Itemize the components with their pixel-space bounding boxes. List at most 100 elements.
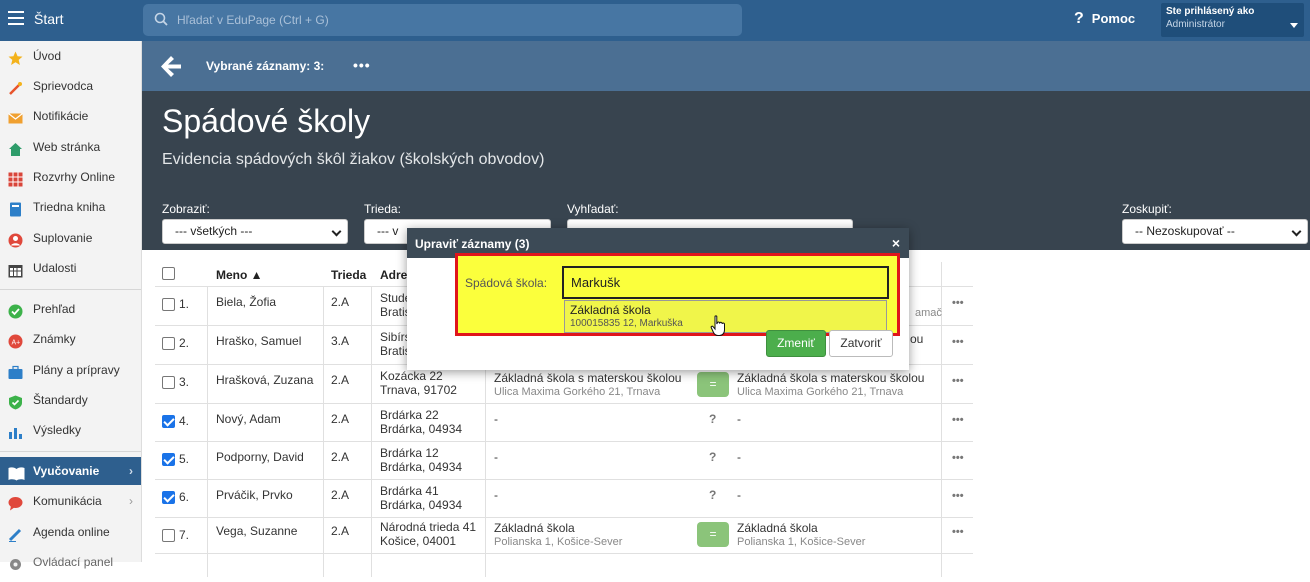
col-class-header[interactable]: Trieda bbox=[331, 268, 366, 282]
match-unknown-icon: ? bbox=[709, 450, 717, 464]
selection-action-bar: Vybrané záznamy: 3: ••• bbox=[142, 41, 1310, 91]
start-link[interactable]: Štart bbox=[34, 11, 64, 27]
row-checkbox[interactable] bbox=[162, 453, 175, 466]
question-icon: ? bbox=[1074, 10, 1084, 27]
catchment-school-name: Základná škola s materskou školou bbox=[494, 371, 682, 385]
sidebar-item-web[interactable]: Web stránka bbox=[0, 133, 141, 161]
student-class: 2.A bbox=[331, 373, 350, 387]
row-menu-button[interactable]: ••• bbox=[952, 375, 964, 387]
match-badge: = bbox=[697, 522, 729, 547]
chevron-right-icon: › bbox=[129, 494, 133, 508]
row-checkbox[interactable] bbox=[162, 298, 175, 311]
student-address-city: Brdárka, 04934 bbox=[380, 460, 463, 474]
sidebar-item-sprievodca[interactable]: Sprievodca bbox=[0, 72, 141, 100]
sidebar-item-plany[interactable]: Plány a prípravy bbox=[0, 356, 141, 384]
close-icon[interactable]: × bbox=[892, 235, 900, 251]
sidebar-divider bbox=[0, 289, 141, 290]
close-button[interactable]: Zatvoriť bbox=[829, 330, 893, 357]
student-name: Vega, Suzanne bbox=[216, 524, 298, 538]
sidebar-item-triedna-kniha[interactable]: Triedna kniha bbox=[0, 193, 141, 221]
catchment-school-address: Polianska 1, Košice-Sever bbox=[494, 536, 623, 548]
catchment-school-input[interactable] bbox=[562, 266, 889, 299]
chevron-right-icon: › bbox=[129, 464, 133, 478]
student-class: 2.A bbox=[331, 412, 350, 426]
sidebar-item-standardy[interactable]: Štandardy bbox=[0, 386, 141, 414]
row-menu-button[interactable]: ••• bbox=[952, 336, 964, 348]
sidebar-divider bbox=[0, 451, 141, 452]
student-class: 3.A bbox=[331, 334, 350, 348]
catchment-school-address: Ulica Maxima Gorkého 21, Trnava bbox=[494, 386, 661, 398]
help-link[interactable]: ? Pomoc bbox=[1074, 10, 1135, 28]
global-search[interactable] bbox=[143, 4, 742, 36]
star-icon bbox=[8, 48, 23, 65]
sidebar-item-suplovanie[interactable]: Suplovanie bbox=[0, 224, 141, 252]
row-number: 7. bbox=[179, 528, 190, 542]
sidebar-item-komunikacia[interactable]: Komunikácia › bbox=[0, 487, 141, 515]
sidebar-item-rozvrhy[interactable]: Rozvrhy Online bbox=[0, 163, 141, 191]
student-name: Nový, Adam bbox=[216, 412, 281, 426]
group-by-label: Zoskupiť: bbox=[1122, 202, 1172, 216]
row-checkbox[interactable] bbox=[162, 491, 175, 504]
selected-count-label: Vybrané záznamy: 3: bbox=[206, 59, 325, 73]
row-checkbox[interactable] bbox=[162, 415, 175, 428]
catchment-school-name: - bbox=[494, 488, 498, 502]
school-address-fragment: amač bbox=[915, 307, 942, 319]
table-row[interactable]: 7. Vega, Suzanne 2.A Národná trieda 41 K… bbox=[155, 518, 973, 554]
group-by-select[interactable]: -- Nezoskupovať -- bbox=[1122, 219, 1308, 244]
catchment-school-name: - bbox=[494, 412, 498, 426]
home-icon bbox=[8, 139, 23, 156]
student-class: 2.A bbox=[331, 524, 350, 538]
briefcase-icon bbox=[8, 362, 23, 379]
more-actions-button[interactable]: ••• bbox=[353, 57, 371, 73]
chevron-down-icon bbox=[331, 226, 342, 237]
search-input[interactable] bbox=[177, 4, 727, 36]
bar-chart-icon bbox=[8, 422, 23, 439]
student-address-city: Košice, 04001 bbox=[380, 534, 457, 548]
student-name: Hraško, Samuel bbox=[216, 334, 302, 348]
sidebar-item-vysledky[interactable]: Výsledky bbox=[0, 416, 141, 444]
select-all-checkbox[interactable] bbox=[162, 267, 175, 280]
row-checkbox[interactable] bbox=[162, 529, 175, 542]
page-subtitle: Evidencia spádových škôl žiakov (školský… bbox=[162, 151, 545, 168]
student-address-street: Brdárka 12 bbox=[380, 446, 439, 460]
col-name-header[interactable]: Meno ▲ bbox=[216, 268, 263, 282]
row-menu-button[interactable]: ••• bbox=[952, 414, 964, 426]
sidebar-item-udalosti[interactable]: Udalosti bbox=[0, 254, 141, 282]
filter-show-select[interactable]: --- všetkých --- bbox=[162, 219, 348, 244]
assigned-school-address: Polianska 1, Košice-Sever bbox=[737, 536, 866, 548]
user-menu[interactable]: Ste prihlásený ako Administrátor bbox=[1161, 3, 1304, 37]
sidebar-item-prehlad[interactable]: Prehľad bbox=[0, 295, 141, 323]
back-arrow-icon[interactable] bbox=[160, 54, 182, 78]
row-number: 4. bbox=[179, 414, 190, 428]
sidebar-item-znamky[interactable]: A+ Známky bbox=[0, 325, 141, 353]
row-menu-button[interactable]: ••• bbox=[952, 452, 964, 464]
change-button[interactable]: Zmeniť bbox=[766, 330, 826, 357]
row-number: 1. bbox=[179, 297, 190, 311]
page-title: Spádové školy bbox=[162, 103, 371, 139]
table-row[interactable]: 3. Hrašková, Zuzana 2.A Kozácka 22 Trnav… bbox=[155, 365, 973, 404]
book-icon bbox=[8, 199, 23, 217]
match-badge: = bbox=[697, 372, 729, 397]
sidebar-item-notifikacie[interactable]: Notifikácie bbox=[0, 102, 141, 130]
sidebar-item-ovladaci-panel[interactable]: Ovládací panel bbox=[0, 548, 141, 576]
student-address-city: Trnava, 91702 bbox=[380, 383, 457, 397]
row-checkbox[interactable] bbox=[162, 376, 175, 389]
row-menu-button[interactable]: ••• bbox=[952, 297, 964, 309]
sidebar-item-vyucovanie[interactable]: Vyučovanie › bbox=[0, 457, 141, 485]
table-row[interactable]: 4. Nový, Adam 2.A Brdárka 22 Brdárka, 04… bbox=[155, 404, 973, 442]
sidebar-item-agenda[interactable]: Agenda online bbox=[0, 518, 141, 546]
student-class: 2.A bbox=[331, 488, 350, 502]
row-checkbox[interactable] bbox=[162, 337, 175, 350]
assigned-school-address: Ulica Maxima Gorkého 21, Trnava bbox=[737, 386, 904, 398]
row-menu-button[interactable]: ••• bbox=[952, 526, 964, 538]
row-menu-button[interactable]: ••• bbox=[952, 490, 964, 502]
table-row[interactable]: 5. Podporny, David 2.A Brdárka 12 Brdárk… bbox=[155, 442, 973, 480]
person-icon bbox=[8, 230, 23, 248]
grades-icon: A+ bbox=[8, 331, 23, 349]
table-row[interactable]: 6. Prváčik, Prvko 2.A Brdárka 41 Brdárka… bbox=[155, 480, 973, 518]
assigned-school-name: Základná škola bbox=[737, 521, 818, 535]
hamburger-menu-icon[interactable] bbox=[8, 11, 24, 25]
sidebar-item-uvod[interactable]: Úvod bbox=[0, 42, 141, 70]
calendar-icon bbox=[8, 260, 23, 278]
school-name-fragment: ou bbox=[910, 332, 924, 346]
